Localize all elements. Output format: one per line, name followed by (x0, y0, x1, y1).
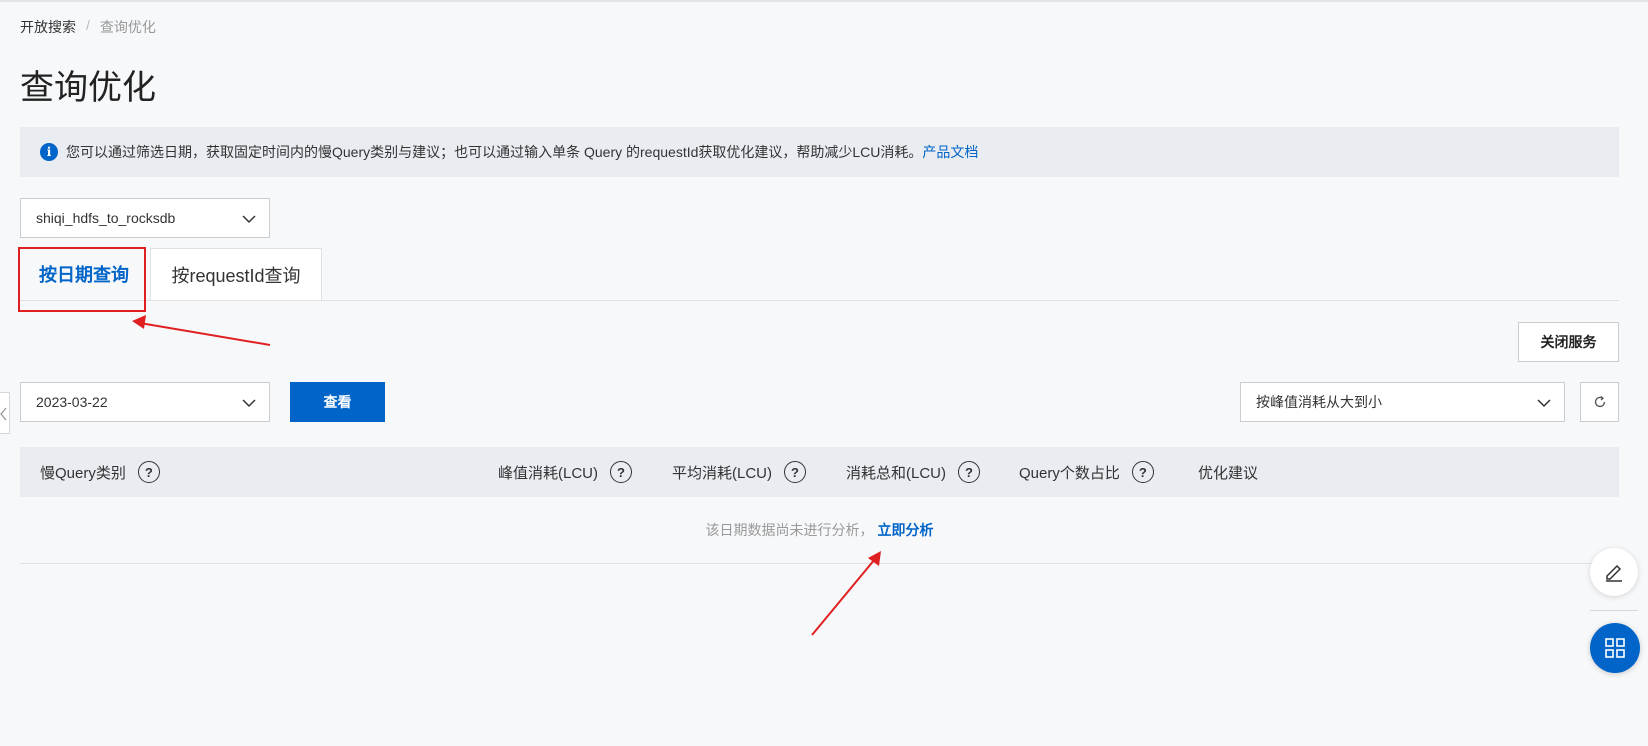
chevron-down-icon (1537, 399, 1551, 408)
breadcrumb-current: 查询优化 (99, 19, 156, 35)
help-icon[interactable]: ? (610, 461, 632, 483)
instance-select[interactable]: shiqi_hdfs_to_rocksdb (20, 198, 270, 238)
page-title: 查询优化 (20, 69, 156, 107)
help-icon[interactable]: ? (958, 461, 980, 483)
column-label: 慢Query类别 (40, 464, 126, 482)
column-header-suggestion: 优化建议 (1198, 447, 1258, 497)
float-divider (1590, 610, 1638, 611)
column-label: 峰值消耗(LCU) (498, 464, 598, 482)
sort-select[interactable]: 按峰值消耗从大到小 (1240, 382, 1565, 422)
chevron-left-icon (0, 407, 7, 421)
column-header-total-lcu: 消耗总和(LCU) ? (846, 447, 980, 497)
column-label: Query个数占比 (1019, 464, 1120, 482)
notice-text: 您可以通过筛选日期，获取固定时间内的慢Query类别与建议；也可以通过输入单条 … (66, 144, 923, 160)
annotation-arrow-to-tab (132, 315, 271, 346)
feedback-edit-button[interactable] (1590, 548, 1638, 596)
grid-icon (1605, 638, 1625, 658)
refresh-button[interactable] (1580, 382, 1619, 422)
edit-icon (1606, 564, 1622, 582)
breadcrumb-open-search[interactable]: 开放搜索 (20, 17, 76, 37)
table-header: 慢Query类别 ? 峰值消耗(LCU) ? 平均消耗(LCU) ? 消耗总和(… (20, 447, 1619, 497)
breadcrumb: 开放搜索 / 查询优化 (20, 17, 156, 37)
column-header-query-ratio: Query个数占比 ? (1019, 447, 1154, 497)
chevron-down-icon (242, 215, 256, 224)
close-service-button[interactable]: 关闭服务 (1518, 322, 1619, 362)
chevron-down-icon (242, 399, 256, 408)
tab-by-date[interactable]: 按日期查询 (20, 248, 148, 300)
breadcrumb-separator: / (86, 17, 90, 33)
date-select-value: 2023-03-22 (36, 394, 108, 410)
info-icon: i (40, 143, 58, 161)
help-icon[interactable]: ? (1131, 461, 1154, 483)
tab-by-request-id[interactable]: 按requestId查询 (150, 248, 322, 300)
help-icon[interactable]: ? (784, 461, 806, 483)
refresh-icon (1594, 396, 1605, 408)
column-label: 消耗总和(LCU) (846, 464, 946, 482)
date-select[interactable]: 2023-03-22 (20, 382, 270, 422)
instance-select-value: shiqi_hdfs_to_rocksdb (36, 210, 176, 226)
view-button[interactable]: 查看 (290, 382, 385, 422)
sort-select-value: 按峰值消耗从大到小 (1256, 394, 1382, 410)
product-doc-link[interactable]: 产品文档 (922, 142, 978, 162)
annotation-arrows (132, 315, 881, 636)
info-notice: i 您可以通过筛选日期，获取固定时间内的慢Query类别与建议；也可以通过输入单… (20, 127, 1619, 177)
column-header-slow-query-type: 慢Query类别 ? (40, 447, 160, 497)
empty-state-text: 该日期数据尚未进行分析， (705, 522, 874, 538)
analyze-now-link[interactable]: 立即分析 (878, 520, 934, 540)
tabs-divider (20, 300, 1619, 301)
column-label: 优化建议 (1198, 464, 1259, 482)
column-header-peak-lcu: 峰值消耗(LCU) ? (498, 447, 632, 497)
side-collapse-handle[interactable] (0, 392, 10, 434)
top-border (0, 0, 1648, 2)
help-icon[interactable]: ? (137, 461, 160, 483)
table-empty-state: 该日期数据尚未进行分析， 立即分析 (20, 497, 1619, 564)
apps-menu-button[interactable] (1590, 623, 1640, 673)
column-label: 平均消耗(LCU) (672, 464, 772, 482)
column-header-avg-lcu: 平均消耗(LCU) ? (672, 447, 806, 497)
